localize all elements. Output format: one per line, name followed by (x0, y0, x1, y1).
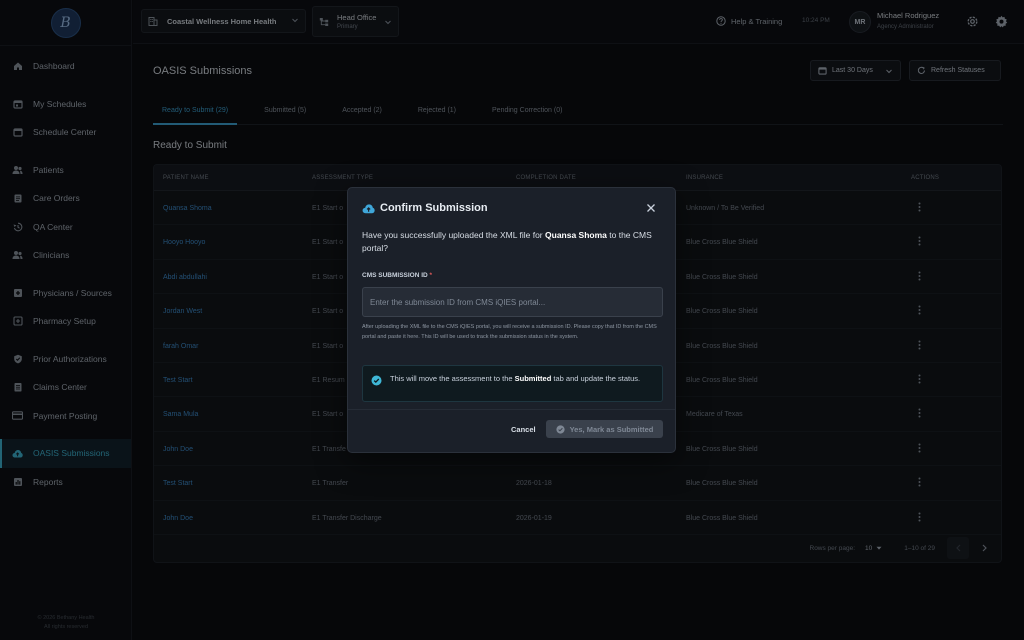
dialog-divider (348, 409, 675, 410)
confirm-submission-dialog: Confirm Submission Have you successfully… (347, 187, 676, 453)
check-circle-icon (556, 424, 565, 434)
check-circle-icon (371, 373, 382, 391)
info-bold: Submitted (514, 374, 552, 383)
submission-id-label-text: CMS SUBMISSION ID (362, 272, 428, 279)
close-icon[interactable] (645, 202, 657, 214)
mark-submitted-label: Yes, Mark as Submitted (569, 424, 654, 434)
cloud-upload-icon (362, 203, 375, 214)
question-prefix: Have you successfully uploaded the XML f… (362, 230, 546, 240)
required-marker: * (429, 272, 433, 279)
submission-id-help: After uploading the XML file to the CMS … (362, 324, 657, 340)
info-text: This will move the assessment to the Sub… (390, 374, 640, 384)
question-patient-name: Quansa Shoma (545, 230, 607, 240)
dialog-title: Confirm Submission (362, 202, 488, 214)
dialog-question: Have you successfully uploaded the XML f… (362, 229, 662, 255)
mark-submitted-button[interactable]: Yes, Mark as Submitted (546, 420, 663, 438)
info-suffix: tab and update the status. (551, 374, 641, 383)
cancel-button[interactable]: Cancel (511, 425, 536, 434)
dialog-title-text: Confirm Submission (380, 202, 488, 214)
info-callout: This will move the assessment to the Sub… (362, 365, 663, 402)
info-prefix: This will move the assessment to the (390, 374, 515, 383)
submission-id-label: CMS SUBMISSION ID * (362, 272, 432, 279)
submission-id-input[interactable] (362, 287, 663, 317)
